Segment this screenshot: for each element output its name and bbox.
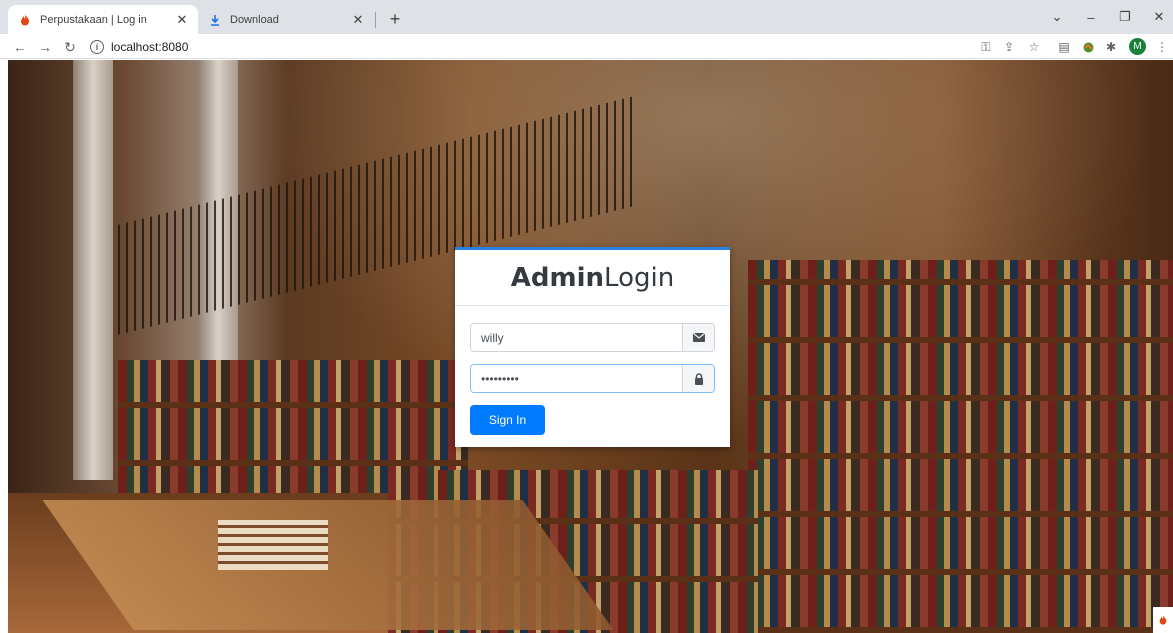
download-icon	[208, 13, 222, 27]
new-tab-button[interactable]: +	[384, 8, 406, 30]
reading-table	[42, 500, 614, 630]
login-title: Admin Login	[455, 250, 730, 306]
back-icon[interactable]: ←	[10, 37, 30, 57]
close-icon[interactable]: ✕	[174, 12, 190, 28]
flame-icon	[18, 13, 32, 27]
tab-title: Perpustakaan | Log in	[40, 13, 147, 26]
tab-strip: Perpustakaan | Log in ✕ Download ✕ + ⌄ –…	[0, 0, 1173, 34]
login-title-bold: Admin	[510, 262, 605, 293]
minimize-button[interactable]: –	[1074, 0, 1108, 34]
share-icon[interactable]: ⇪	[1000, 38, 1018, 56]
forward-icon[interactable]: →	[35, 37, 55, 57]
sign-in-button[interactable]: Sign In	[470, 405, 545, 435]
login-card: AdminLogin Sign In	[455, 247, 730, 447]
book-stack	[218, 520, 328, 570]
reading-list-icon[interactable]: ▤	[1055, 38, 1073, 56]
username-input[interactable]	[471, 324, 682, 351]
tab-download[interactable]: Download ✕	[198, 5, 374, 34]
lock-icon	[682, 365, 714, 392]
puzzle-icon[interactable]: ✱	[1102, 38, 1120, 56]
star-icon[interactable]: ☆	[1025, 38, 1043, 56]
tab-perpustakaan[interactable]: Perpustakaan | Log in ✕	[8, 5, 198, 34]
info-icon[interactable]: i	[90, 39, 104, 54]
tab-title: Download	[230, 13, 279, 26]
browser-toolbar: ← → ↻ i localhost:8080 ⚿ ⇪ ☆ ▤ ✱ M ⋮	[0, 34, 1173, 59]
avatar[interactable]: M	[1129, 38, 1146, 55]
close-icon[interactable]: ✕	[350, 12, 366, 28]
envelope-icon	[682, 324, 714, 351]
url-text: localhost:8080	[111, 39, 189, 54]
username-field-group	[470, 323, 715, 352]
login-title-normal: Login	[604, 262, 675, 293]
reload-icon[interactable]: ↻	[60, 37, 80, 57]
key-icon[interactable]: ⚿	[977, 38, 995, 56]
bookshelf-right	[748, 260, 1173, 633]
extension-icon[interactable]	[1079, 38, 1097, 56]
window-close-button[interactable]: ✕	[1142, 0, 1173, 34]
tab-separator	[375, 12, 376, 28]
column	[73, 60, 113, 480]
flame-icon	[1153, 607, 1173, 633]
password-field-group	[470, 364, 715, 393]
chevron-down-icon[interactable]: ⌄	[1040, 0, 1074, 34]
password-input[interactable]	[471, 365, 682, 392]
restore-button[interactable]: ❐	[1108, 0, 1142, 34]
address-bar[interactable]: i localhost:8080	[90, 36, 960, 57]
menu-icon[interactable]: ⋮	[1153, 38, 1171, 56]
